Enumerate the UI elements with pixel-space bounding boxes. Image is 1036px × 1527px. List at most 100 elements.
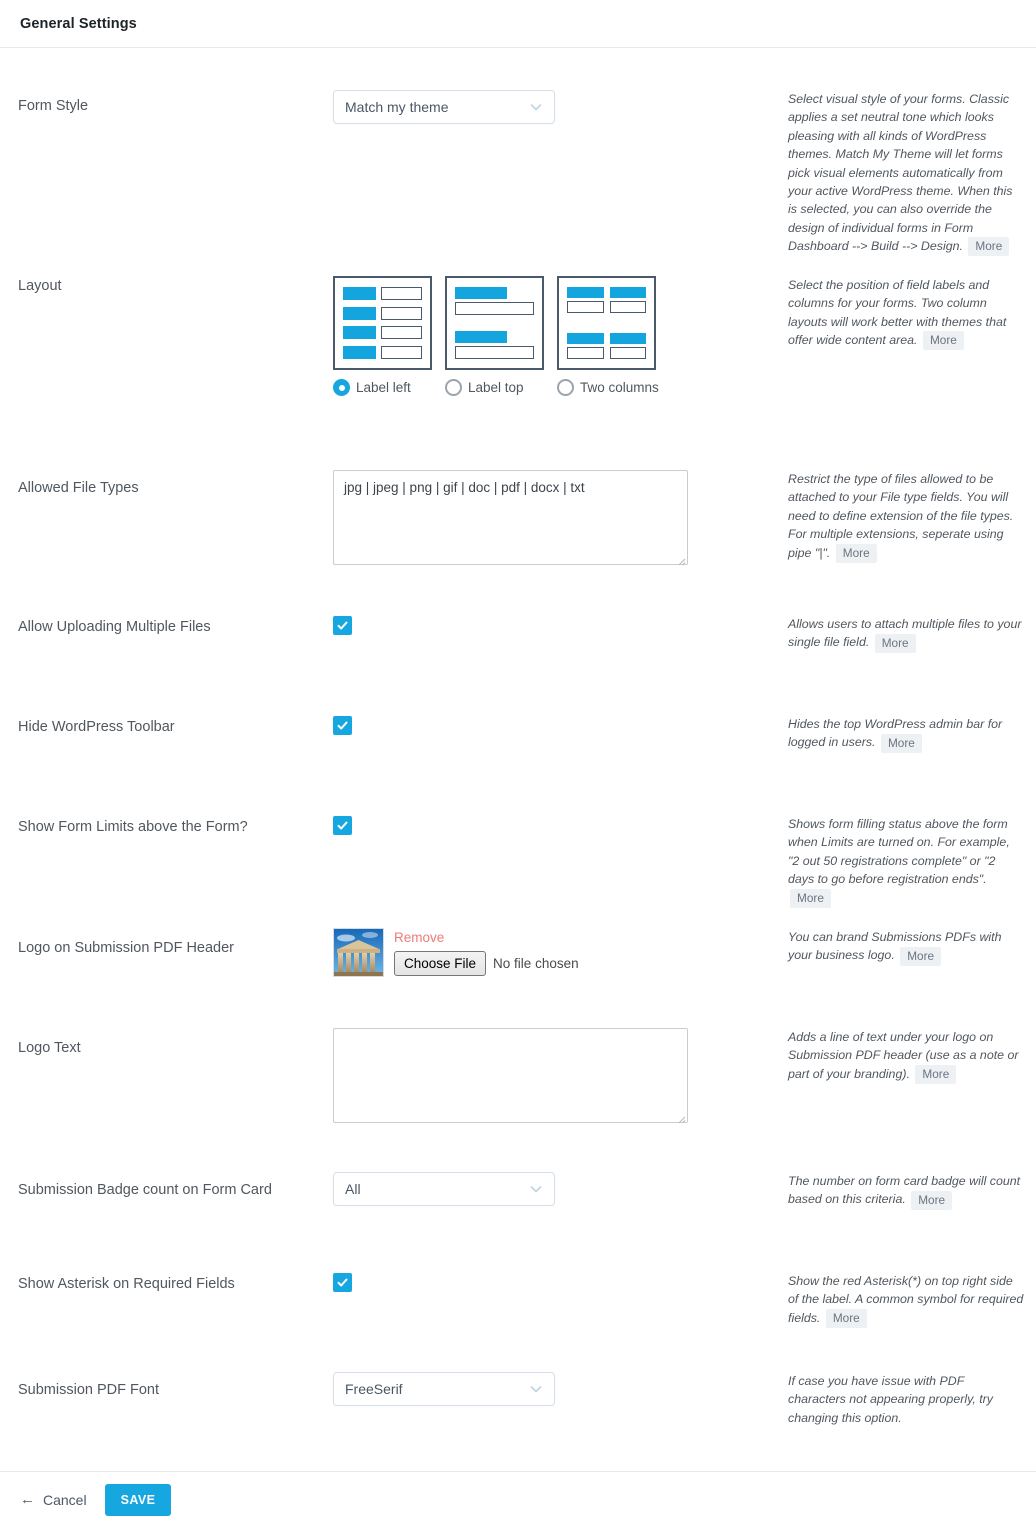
show-form-limits-description: Shows form filling status above the form… [788, 817, 1010, 887]
preview-input-bar [609, 301, 646, 313]
show-form-limits-field [333, 815, 776, 837]
logo-file-input-row: Choose File No file chosen [394, 951, 579, 976]
preview-label-bar [455, 287, 508, 299]
preview-label-bar [343, 306, 376, 320]
show-form-limits-description-col: Shows form filling status above the form… [776, 815, 1024, 908]
preview-input-bar [455, 302, 534, 315]
layout-option-label-left: Label left [333, 276, 432, 396]
cancel-button[interactable]: ← Cancel [20, 1492, 87, 1508]
layout-preview-two-columns[interactable] [557, 276, 656, 370]
layout-description: Select the position of field labels and … [788, 278, 1007, 348]
choose-file-button[interactable]: Choose File [394, 951, 487, 976]
radio-icon-unselected [557, 379, 574, 396]
submission-badge-count-description: The number on form card badge will count… [788, 1174, 1021, 1207]
layout-radio-label-left[interactable]: Label left [333, 379, 432, 396]
show-asterisk-label: Show Asterisk on Required Fields [18, 1276, 235, 1292]
show-form-limits-checkbox[interactable] [333, 816, 352, 835]
form-style-more-button[interactable]: More [968, 237, 1010, 257]
layout-description-col: Select the position of field labels and … [776, 276, 1024, 351]
logo-text-field [333, 1028, 776, 1124]
submission-badge-count-label: Submission Badge count on Form Card [18, 1182, 272, 1198]
general-settings-page: General Settings Form Style Match my the… [0, 0, 1036, 1527]
allowed-file-types-description-col: Restrict the type of files allowed to be… [776, 470, 1024, 563]
layout-preview-label-top[interactable] [445, 276, 544, 370]
allow-multiple-files-checkbox[interactable] [333, 616, 352, 635]
save-button[interactable]: SAVE [104, 1483, 172, 1516]
arrow-left-icon: ← [20, 1491, 35, 1508]
logo-thumbnail-image [333, 928, 384, 977]
setting-row-form-style: Form Style Match my theme Select visual … [0, 90, 1036, 276]
submission-badge-count-description-col: The number on form card badge will count… [776, 1172, 1024, 1210]
allow-multiple-files-label: Allow Uploading Multiple Files [18, 619, 211, 635]
preview-input-bar [381, 306, 422, 320]
chevron-down-icon [529, 100, 543, 114]
allow-multiple-files-description-col: Allows users to attach multiple files to… [776, 615, 1024, 653]
setting-row-hide-toolbar: Hide WordPress Toolbar Hides the top Wor… [0, 715, 1036, 815]
allow-multiple-files-field [333, 615, 776, 637]
preview-input-bar [609, 347, 646, 359]
layout-label: Layout [18, 278, 62, 294]
allowed-file-types-input[interactable]: jpg | jpeg | png | gif | doc | pdf | doc… [333, 470, 688, 565]
submission-badge-count-more-button[interactable]: More [911, 1190, 953, 1210]
layout-radio-two-columns[interactable]: Two columns [557, 379, 659, 396]
logo-text-input[interactable] [333, 1028, 688, 1123]
layout-option-label-top: Label top [445, 276, 544, 396]
preview-label-bar [609, 287, 646, 298]
allowed-file-types-description: Restrict the type of files allowed to be… [788, 472, 1014, 560]
setting-row-show-asterisk: Show Asterisk on Required Fields Show th… [0, 1272, 1036, 1372]
submission-pdf-font-select[interactable]: FreeSerif [333, 1372, 555, 1406]
logo-text-description: Adds a line of text under your logo on S… [788, 1030, 1019, 1081]
no-file-chosen-text: No file chosen [493, 956, 579, 971]
show-form-limits-more-button[interactable]: More [790, 888, 831, 908]
allow-multiple-files-more-button[interactable]: More [874, 633, 916, 653]
preview-input-bar [381, 345, 422, 359]
preview-label-bar [567, 333, 604, 344]
layout-more-button[interactable]: More [922, 331, 964, 351]
setting-row-logo-pdf-header: Logo on Submission PDF Header Remove Cho… [0, 928, 1036, 1028]
page-header: General Settings [0, 0, 1036, 48]
submission-badge-count-value: All [345, 1181, 361, 1197]
submission-pdf-font-value: FreeSerif [345, 1381, 403, 1397]
submission-badge-count-field: All [333, 1172, 776, 1206]
radio-icon-selected [333, 379, 350, 396]
preview-input-bar [381, 287, 422, 300]
allowed-file-types-more-button[interactable]: More [835, 543, 877, 563]
settings-body: Form Style Match my theme Select visual … [0, 48, 1036, 1471]
logo-pdf-header-description: You can brand Submissions PDFs with your… [788, 930, 1002, 963]
preview-label-bar [343, 345, 376, 359]
submission-pdf-font-field: FreeSerif [333, 1372, 776, 1406]
show-asterisk-description-col: Show the red Asterisk(*) on top right si… [776, 1272, 1024, 1329]
layout-preview-label-left[interactable] [333, 276, 432, 370]
form-style-select-value: Match my theme [345, 99, 449, 115]
form-style-select[interactable]: Match my theme [333, 90, 555, 124]
layout-field: Label left Label top Two columns [333, 276, 776, 396]
logo-text-description-col: Adds a line of text under your logo on S… [776, 1028, 1024, 1085]
layout-option-two-columns: Two columns [557, 276, 659, 396]
form-style-field: Match my theme [333, 90, 776, 124]
show-asterisk-field [333, 1272, 776, 1294]
layout-options: Label left Label top Two columns [333, 276, 776, 396]
submission-badge-count-select[interactable]: All [333, 1172, 555, 1206]
preview-input-bar [381, 326, 422, 340]
radio-icon-unselected [445, 379, 462, 396]
allowed-file-types-field: jpg | jpeg | png | gif | doc | pdf | doc… [333, 470, 776, 566]
hide-toolbar-checkbox[interactable] [333, 716, 352, 735]
footer-action-bar: ← Cancel SAVE [0, 1471, 1036, 1527]
show-asterisk-more-button[interactable]: More [825, 1309, 867, 1329]
layout-radio-label-top[interactable]: Label top [445, 379, 544, 396]
logo-text-more-button[interactable]: More [915, 1065, 957, 1085]
preview-input-bar [455, 346, 534, 359]
logo-text-label: Logo Text [18, 1040, 81, 1056]
layout-radio-label-text: Two columns [580, 380, 659, 395]
logo-pdf-header-more-button[interactable]: More [900, 946, 942, 966]
preview-input-bar [567, 301, 604, 313]
preview-label-bar [343, 287, 376, 300]
setting-row-submission-pdf-font: Submission PDF Font FreeSerif If case yo… [0, 1372, 1036, 1452]
preview-input-bar [567, 347, 604, 359]
hide-toolbar-more-button[interactable]: More [880, 733, 922, 753]
form-style-description: Select visual style of your forms. Class… [788, 92, 1013, 254]
setting-row-logo-text: Logo Text Adds a line of text under your… [0, 1028, 1036, 1172]
show-asterisk-checkbox[interactable] [333, 1273, 352, 1292]
remove-logo-link[interactable]: Remove [394, 929, 579, 947]
preview-label-bar [455, 331, 508, 343]
